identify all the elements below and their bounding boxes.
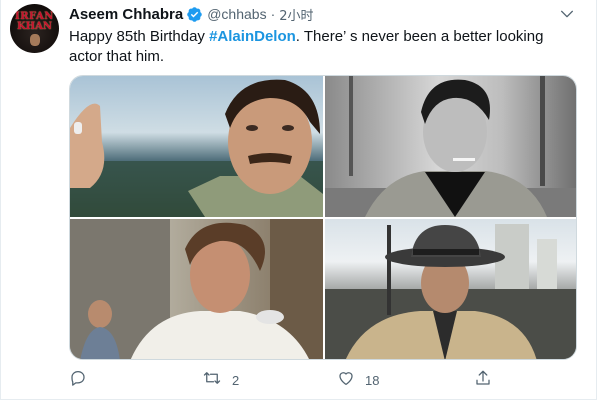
media-grid: [69, 75, 577, 360]
photo-alain-delon-cigarette-bw[interactable]: [325, 76, 576, 217]
avatar[interactable]: IRFAN KHAN: [10, 4, 59, 53]
author-display-name[interactable]: Aseem Chhabra: [69, 6, 183, 23]
photo-alain-delon-white-shirt[interactable]: [70, 219, 323, 359]
avatar-figure: [30, 34, 40, 46]
retweet-icon: [202, 369, 222, 392]
tweet-actions: 2 18: [69, 366, 499, 394]
tweet-card[interactable]: IRFAN KHAN Aseem Chhabra @chhabs · 2小时 H…: [0, 0, 597, 400]
reply-icon: [69, 369, 87, 392]
more-options-chevron-down-icon[interactable]: [558, 5, 576, 23]
share-icon: [474, 369, 492, 392]
photo-alain-delon-close-up-color[interactable]: [70, 76, 323, 217]
author-handle[interactable]: @chhabs: [207, 6, 266, 22]
header-separator: ·: [270, 6, 276, 22]
tweet-text-part1: Happy 85th Birthday: [69, 28, 210, 45]
like-count: 18: [365, 372, 380, 388]
share-button[interactable]: [474, 366, 492, 394]
retweet-button[interactable]: 2: [202, 366, 239, 394]
like-button[interactable]: 18: [337, 366, 379, 394]
photo-alain-delon-fedora-trenchcoat[interactable]: [325, 219, 576, 359]
verified-badge-icon: [186, 6, 203, 23]
retweet-count: 2: [232, 372, 240, 388]
tweet-timestamp[interactable]: 2小时: [279, 5, 313, 24]
tweet-text: Happy 85th Birthday #AlainDelon. There’ …: [69, 27, 579, 67]
tweet-header: Aseem Chhabra @chhabs · 2小时: [69, 4, 314, 24]
reply-button[interactable]: [69, 366, 97, 394]
hashtag-link[interactable]: #AlainDelon: [209, 28, 296, 45]
avatar-logo-line2: KHAN: [16, 21, 53, 32]
heart-icon: [337, 369, 355, 392]
